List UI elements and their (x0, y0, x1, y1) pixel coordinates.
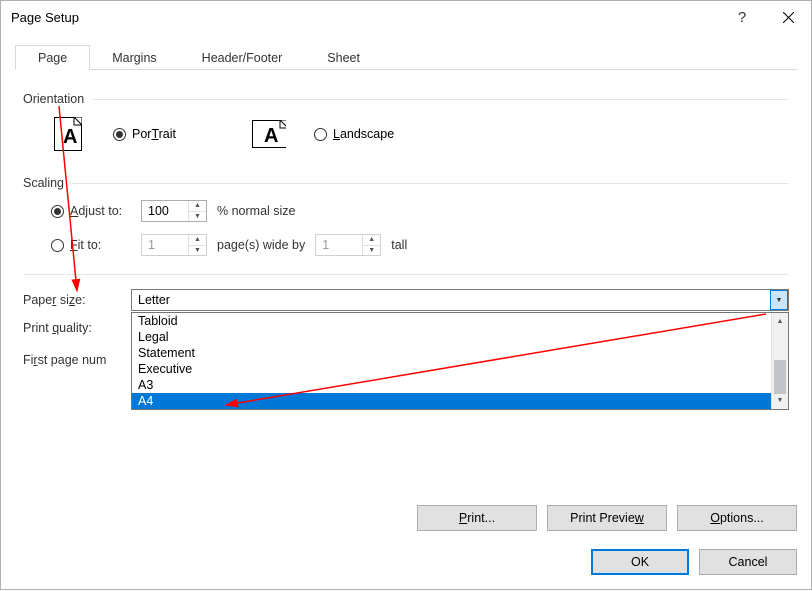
tab-sheet[interactable]: Sheet (304, 45, 383, 70)
spin-up-icon[interactable]: ▲ (363, 235, 380, 246)
first-page-label: First page num (23, 353, 131, 367)
spin-down-icon[interactable]: ▼ (189, 246, 206, 256)
tab-margins[interactable]: Margins (89, 45, 179, 70)
tab-page[interactable]: Page (15, 45, 90, 70)
spin-up-icon[interactable]: ▲ (189, 201, 206, 212)
adjust-to-suffix: % normal size (217, 204, 296, 218)
tab-strip: Page Margins Header/Footer Sheet (15, 45, 797, 70)
fit-wide-suffix: page(s) wide by (217, 238, 305, 252)
adjust-to-row: Adjust to: ▲▼ % normal size (51, 200, 789, 222)
orientation-group-label: Orientation (23, 92, 789, 106)
adjust-to-spinner[interactable]: ▲▼ (141, 200, 207, 222)
page-setup-dialog: Page Setup ? Page Margins Header/Footer … (0, 0, 812, 590)
radio-circle-icon (113, 128, 126, 141)
landscape-icon: A (252, 116, 286, 152)
fit-to-row: Fit to: ▲▼ page(s) wide by ▲▼ tall (51, 234, 789, 256)
spinner-arrows[interactable]: ▲▼ (362, 235, 380, 255)
options-button[interactable]: Options... (677, 505, 797, 531)
dropdown-item[interactable]: Legal (132, 329, 771, 345)
svg-text:A: A (264, 125, 278, 147)
fit-wide-input[interactable] (142, 235, 188, 255)
paper-size-dropdown[interactable]: Tabloid Legal Statement Executive A3 A4 … (131, 312, 789, 410)
landscape-radio-label: Landscape (333, 127, 394, 141)
close-icon (783, 12, 794, 23)
dropdown-items: Tabloid Legal Statement Executive A3 A4 (132, 313, 771, 409)
portrait-radio-label: PorTrait (132, 127, 176, 141)
radio-circle-icon (51, 239, 64, 252)
chevron-down-icon: ▼ (776, 297, 783, 304)
spin-down-icon[interactable]: ▼ (189, 212, 206, 222)
fit-tall-input[interactable] (316, 235, 362, 255)
radio-circle-icon (314, 128, 327, 141)
orientation-label-text: Orientation (23, 92, 84, 106)
dropdown-scrollbar[interactable]: ▲ ▼ (771, 313, 788, 409)
paper-size-value: Letter (132, 293, 770, 307)
orientation-row: A PorTrait A Landscape (51, 116, 789, 152)
title-bar: Page Setup ? (1, 1, 811, 33)
paper-size-combo[interactable]: Letter ▼ Tabloid Legal Statement Executi… (131, 289, 789, 311)
scroll-down-icon[interactable]: ▼ (772, 392, 788, 409)
ok-button[interactable]: OK (591, 549, 689, 575)
tab-header-footer[interactable]: Header/Footer (179, 45, 306, 70)
cancel-button[interactable]: Cancel (699, 549, 797, 575)
dialog-content: Page Margins Header/Footer Sheet Orienta… (1, 33, 811, 589)
scaling-group-label: Scaling (23, 176, 789, 190)
portrait-radio[interactable]: PorTrait (113, 127, 176, 141)
fit-to-radio[interactable]: Fit to: (51, 238, 131, 252)
dropdown-item-selected[interactable]: A4 (132, 393, 771, 409)
spinner-arrows[interactable]: ▲▼ (188, 201, 206, 221)
dropdown-item[interactable]: Statement (132, 345, 771, 361)
dropdown-item[interactable]: Executive (132, 361, 771, 377)
print-preview-button[interactable]: Print Preview (547, 505, 667, 531)
fit-to-label: Fit to: (70, 238, 101, 252)
svg-text:A: A (63, 126, 77, 148)
action-buttons: Print... Print Preview Options... (417, 505, 797, 531)
radio-circle-icon (51, 205, 64, 218)
close-button[interactable] (765, 1, 811, 33)
scrollbar-thumb[interactable] (774, 360, 786, 394)
ok-cancel-buttons: OK Cancel (591, 549, 797, 575)
adjust-to-input[interactable] (142, 201, 188, 221)
fit-tall-spinner[interactable]: ▲▼ (315, 234, 381, 256)
scrollbar-track[interactable] (772, 330, 788, 392)
landscape-radio[interactable]: Landscape (314, 127, 394, 141)
spin-down-icon[interactable]: ▼ (363, 246, 380, 256)
tab-panel: Orientation A PorTrait A Landscape (15, 69, 797, 385)
print-quality-label: Print quality: (23, 321, 131, 335)
scaling-block: Adjust to: ▲▼ % normal size Fit to: (51, 200, 789, 256)
fit-wide-spinner[interactable]: ▲▼ (141, 234, 207, 256)
dropdown-item[interactable]: A3 (132, 377, 771, 393)
paper-size-row: Paper size: Letter ▼ Tabloid Legal State… (23, 289, 789, 311)
paper-size-label: Paper size: (23, 293, 131, 307)
portrait-icon: A (51, 116, 85, 152)
adjust-to-radio[interactable]: Adjust to: (51, 204, 131, 218)
adjust-to-label: Adjust to: (70, 204, 122, 218)
print-button[interactable]: Print... (417, 505, 537, 531)
help-button[interactable]: ? (719, 1, 765, 33)
dropdown-item[interactable]: Tabloid (132, 313, 771, 329)
fit-tall-suffix: tall (391, 238, 407, 252)
scroll-up-icon[interactable]: ▲ (772, 313, 788, 330)
window-title: Page Setup (11, 10, 719, 25)
spin-up-icon[interactable]: ▲ (189, 235, 206, 246)
paper-size-drop-button[interactable]: ▼ (770, 290, 788, 310)
spinner-arrows[interactable]: ▲▼ (188, 235, 206, 255)
scaling-label-text: Scaling (23, 176, 64, 190)
